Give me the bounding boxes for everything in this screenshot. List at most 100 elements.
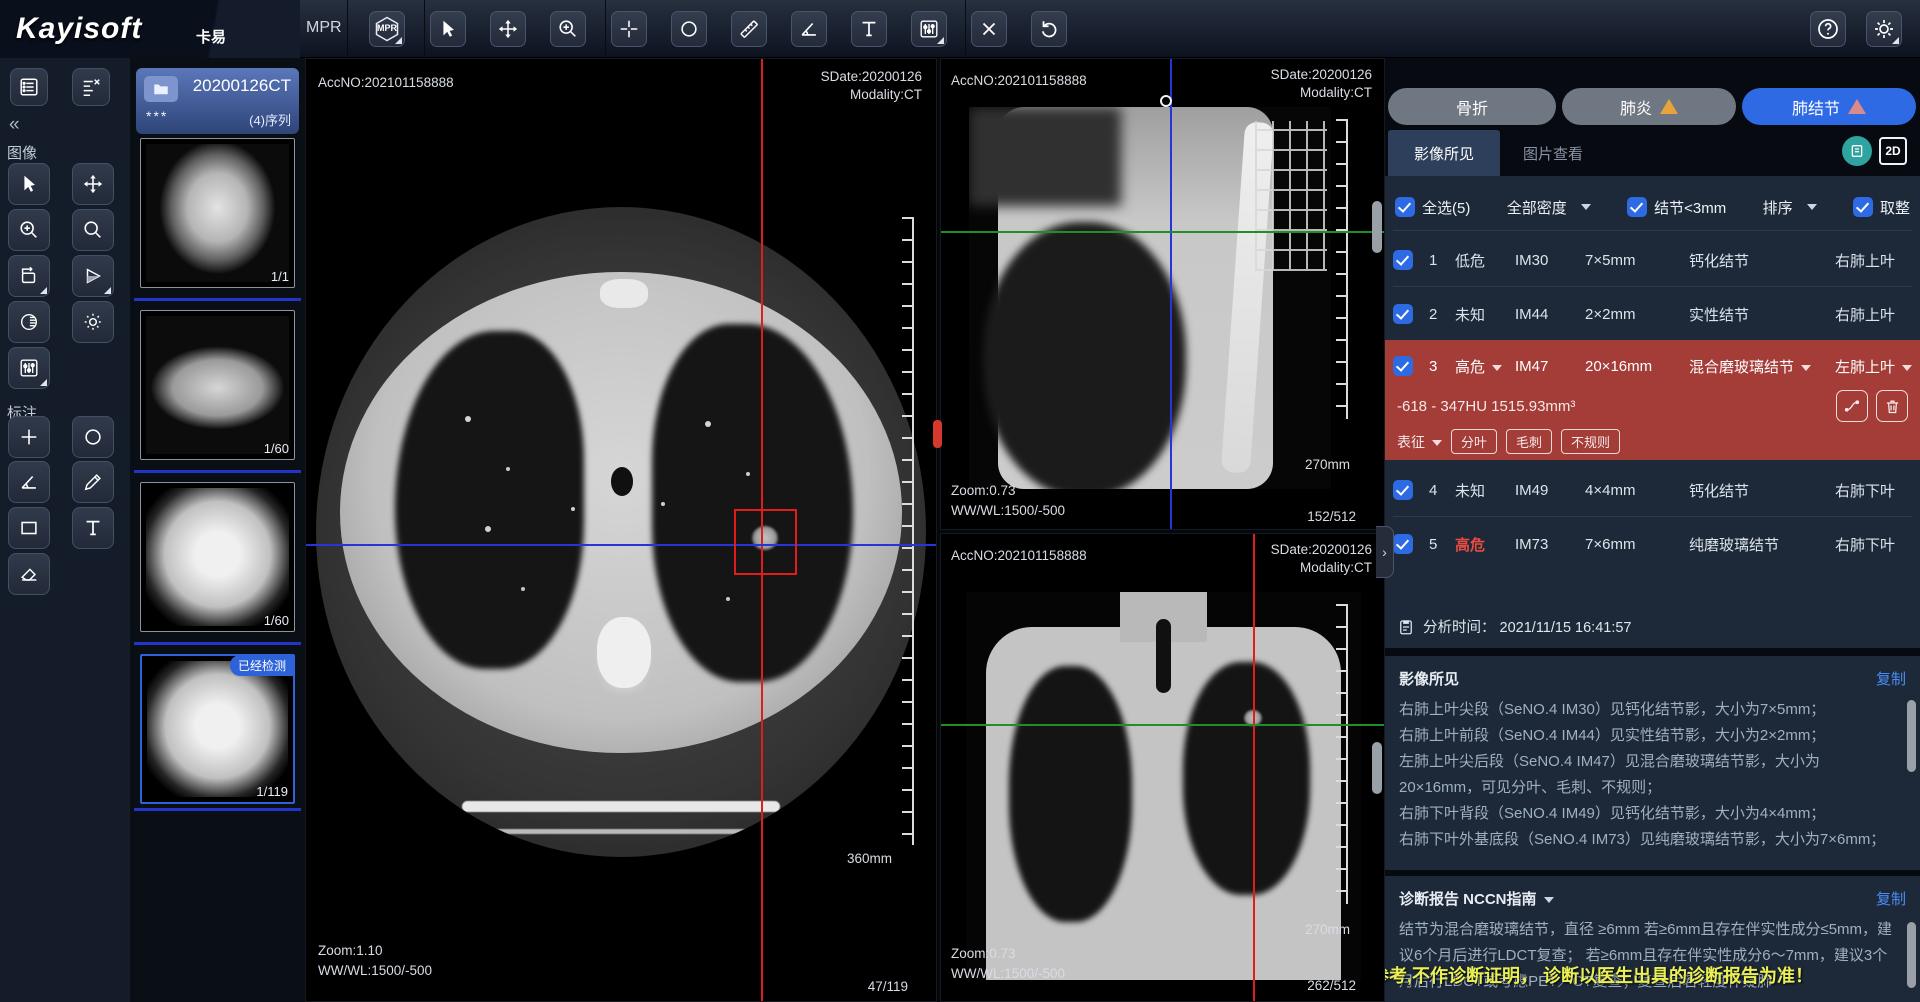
trait-row: 表征 分叶 毛刺 不规则 [1385,422,1920,454]
checkbox-icon[interactable] [1393,534,1413,554]
folder-icon [144,76,178,102]
reset-rotate-button[interactable] [1031,11,1067,47]
series-title: 20200126CT [193,76,291,96]
ruler-tool-button[interactable] [731,11,767,47]
thumbnail-series2[interactable]: 1/60 [140,310,295,460]
checkbox-icon[interactable] [1393,304,1413,324]
checkbox-icon[interactable] [1853,197,1873,217]
crosshair-tool-button[interactable] [611,11,647,47]
nodule-row-4[interactable]: 4 未知 IM49 4×4mm 钙化结节 右肺下叶 [1385,468,1920,512]
rotate-image-button[interactable] [8,255,50,297]
ellipse-tool-button[interactable] [671,11,707,47]
series-list-button[interactable] [10,68,48,106]
pan-tool-button[interactable] [490,11,526,47]
cursor-tool-button[interactable] [430,11,466,47]
axial-viewport[interactable]: AccNO:202101158888 SDate:20200126 Modali… [305,58,937,1002]
rect-annotation-button[interactable] [8,507,50,549]
settings-button[interactable] [1866,11,1902,47]
eraser-button[interactable] [8,553,50,595]
thumbnail-series3[interactable]: 1/60 [140,482,295,632]
collapse-sidebar-button[interactable]: « [9,114,20,136]
thumbnail-series4-selected[interactable]: 已经检测 1/119 [140,654,295,804]
window-level: WW/WL:1500/-500 [318,963,432,978]
cine-play-button[interactable] [72,255,114,297]
angle-annotation-button[interactable] [8,461,50,503]
density-dropdown[interactable]: 全部密度 [1507,197,1591,218]
follow-up-button[interactable] [1836,390,1868,422]
tab-pneumonia[interactable]: 肺炎 [1562,88,1736,125]
window-level-button[interactable] [911,11,947,47]
sort-dropdown[interactable]: 排序 [1763,197,1817,218]
frame-counter: 262/512 [1307,978,1356,993]
clear-annotations-button[interactable] [971,11,1007,47]
round-checkbox[interactable]: 取整 [1853,197,1910,218]
invert-contrast-button[interactable] [8,301,50,343]
panel-collapse-handle[interactable]: › [1376,526,1394,578]
close-layout-button[interactable] [72,68,110,106]
nodule-row-1[interactable]: 1 低危 IM30 7×5mm 钙化结节 右肺上叶 [1385,238,1920,282]
viewport-scrollbar-thumb[interactable] [1372,201,1382,253]
tab-lung-nodule[interactable]: 肺结节 [1742,88,1916,125]
series-header[interactable]: 20200126CT *** (4)序列 [136,68,299,134]
ct-preview [147,661,288,797]
tab-image-findings[interactable]: 影像所见 [1388,130,1500,176]
trash-icon [1884,398,1901,415]
report-bubble-button[interactable] [1842,136,1872,166]
viewport-scrollbar-thumb[interactable] [1372,742,1382,794]
angle-icon [18,471,40,493]
pencil-annotation-button[interactable] [72,461,114,503]
text-tool-button[interactable] [851,11,887,47]
tab-fracture[interactable]: 骨折 [1388,88,1556,125]
sagittal-viewport[interactable]: AccNO:202101158888 SDate:20200126 Modali… [940,58,1385,530]
magnify-button[interactable] [72,209,114,251]
select-all-checkbox[interactable]: 全选(5) [1395,197,1470,218]
checkbox-icon[interactable] [1393,480,1413,500]
nodule-row-5[interactable]: 5 高危 IM73 7×6mm 纯磨玻璃结节 右肺下叶 [1385,522,1920,566]
delete-nodule-button[interactable] [1876,390,1908,422]
series-thumbnail-panel: 20200126CT *** (4)序列 1/1 1/60 1/60 已经检测 … [130,58,305,1002]
angle-tool-button[interactable] [791,11,827,47]
lobe-dropdown[interactable]: 左肺上叶 [1835,356,1912,377]
slice-scrollbar-thumb-red[interactable] [933,420,942,448]
copy-findings-link[interactable]: 复制 [1876,668,1906,689]
nodule-row-3-selected[interactable]: 3 高危 IM47 20×16mm 混合磨玻璃结节 左肺上叶 -618 - 34… [1385,340,1920,460]
tab-image-view[interactable]: 图片查看 [1507,130,1599,176]
zoom-in-button[interactable] [8,209,50,251]
checkbox-icon[interactable] [1395,197,1415,217]
crosshair-horizontal-blue [306,544,936,546]
series-count: (4)序列 [249,110,291,129]
brightness-button[interactable] [72,301,114,343]
text-annotation-button[interactable] [72,507,114,549]
mpr-button[interactable]: MPR [369,11,405,47]
checkbox-icon[interactable] [1393,250,1413,270]
help-button[interactable] [1810,11,1846,47]
brand-text: Kayisoft [16,12,142,46]
contrast-icon [18,311,40,333]
checkbox-icon[interactable] [1393,356,1413,376]
select-tool-button[interactable] [8,163,50,205]
hu-volume-value: -618 - 347HU 1515.93mm³ [1397,398,1575,415]
reference-marker [1160,95,1172,107]
thumbnail-scout[interactable]: 1/1 [140,138,295,288]
findings-scrollbar-thumb[interactable] [1907,700,1916,772]
pan-image-button[interactable] [72,163,114,205]
traits-dropdown[interactable]: 表征 [1397,432,1442,452]
divider [1393,230,1912,231]
risk-dropdown[interactable]: 高危 [1455,356,1515,377]
text-icon [858,18,880,40]
2d-view-button[interactable]: 2D [1879,137,1907,165]
nodule-row-2[interactable]: 2 未知 IM44 2×2mm 实性结节 右肺上叶 [1385,292,1920,336]
trait-chip: 分叶 [1451,429,1497,454]
window-preset-button[interactable] [8,347,50,389]
copy-report-link[interactable]: 复制 [1876,888,1906,909]
coronal-viewport[interactable]: AccNO:202101158888 SDate:20200126 Modali… [940,533,1385,1002]
small-nodule-checkbox[interactable]: 结节<3mm [1627,197,1726,218]
checkbox-icon[interactable] [1627,197,1647,217]
type-dropdown[interactable]: 混合磨玻璃结节 [1689,356,1835,377]
point-annotation-button[interactable] [8,416,50,458]
zoom-tool-button[interactable] [550,11,586,47]
nodule-roi-box[interactable] [734,509,797,575]
ellipse-icon [82,426,104,448]
ellipse-annotation-button[interactable] [72,416,114,458]
report-title[interactable]: 诊断报告 NCCN指南 [1399,888,1554,909]
